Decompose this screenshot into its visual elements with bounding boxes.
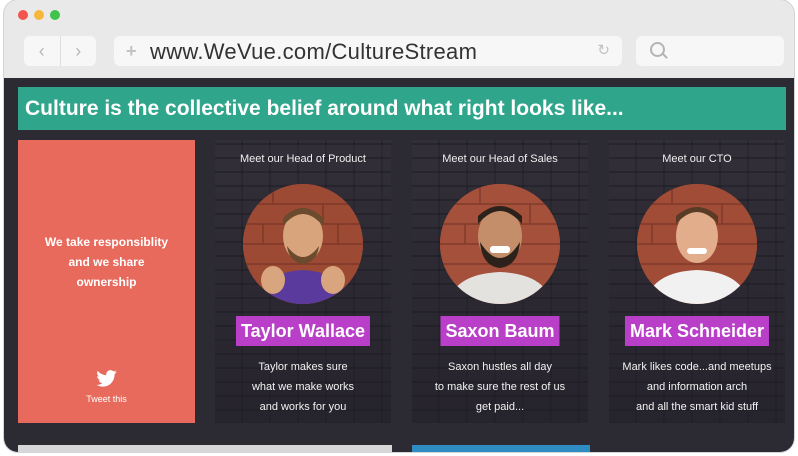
team-card-cto: Meet our CTO Mark Schneider Mark likes c…: [609, 140, 785, 423]
bio-line: and information arch: [646, 381, 748, 393]
value-card: We take responsiblity and we share owner…: [18, 140, 195, 423]
twitter-bird-icon[interactable]: [96, 370, 117, 387]
value-statement: We take responsiblity and we share owner…: [18, 232, 195, 292]
avatar: [440, 184, 560, 304]
person-bio: Taylor makes sure what we make works and…: [215, 357, 391, 417]
bio-line: get paid...: [475, 401, 525, 413]
chevron-right-icon: ›: [75, 41, 82, 61]
team-card-head-of-product: Meet our Head of Product Taylor Wallace …: [215, 140, 391, 423]
minimize-window-button[interactable]: [34, 10, 44, 20]
bio-line: and all the smart kid stuff: [635, 401, 759, 413]
search-icon: [650, 42, 665, 57]
person-name: Mark Schneider: [624, 316, 770, 346]
maximize-window-button[interactable]: [50, 10, 60, 20]
bio-line: Saxon hustles all day: [448, 361, 552, 373]
next-section-card: [18, 445, 392, 452]
avatar: [637, 184, 757, 304]
person-name: Saxon Baum: [440, 316, 560, 346]
bio-line: Mark likes code...and meetups: [622, 361, 772, 373]
avatar: [243, 184, 363, 304]
person-bio: Mark likes code...and meetups and inform…: [609, 357, 785, 417]
role-title: Meet our Head of Sales: [442, 153, 558, 165]
person-name: Taylor Wallace: [235, 316, 371, 346]
value-line: ownership: [76, 275, 137, 289]
bio-line: Taylor makes sure: [258, 361, 348, 373]
navigation-buttons: ‹ ›: [24, 36, 96, 66]
chevron-left-icon: ‹: [38, 41, 45, 61]
page-content: Culture is the collective belief around …: [4, 78, 794, 452]
bio-line: to make sure the rest of us: [434, 381, 566, 393]
team-card-head-of-sales: Meet our Head of Sales Saxon Baum Saxon …: [412, 140, 588, 423]
address-bar[interactable]: + www.WeVue.com/CultureStream ↻: [114, 36, 622, 66]
role-title: Meet our Head of Product: [240, 153, 366, 165]
plus-icon: +: [126, 41, 137, 61]
page-headline: Culture is the collective belief around …: [18, 87, 786, 130]
bio-line: and works for you: [259, 401, 347, 413]
close-window-button[interactable]: [18, 10, 28, 20]
search-input[interactable]: [636, 36, 784, 66]
next-section-card: [412, 445, 590, 452]
reload-icon[interactable]: ↻: [597, 42, 610, 60]
tweet-this-link[interactable]: Tweet this: [18, 394, 195, 404]
url-text[interactable]: www.WeVue.com/CultureStream: [150, 39, 477, 65]
value-line: We take responsiblity: [44, 235, 169, 249]
back-button[interactable]: ‹: [24, 36, 60, 66]
role-title: Meet our CTO: [662, 153, 732, 165]
browser-window: ‹ › + www.WeVue.com/CultureStream ↻ Cult…: [4, 0, 794, 452]
value-line: and we share: [68, 255, 145, 269]
forward-button[interactable]: ›: [59, 36, 97, 66]
window-controls: [18, 10, 60, 20]
person-bio: Saxon hustles all day to make sure the r…: [412, 357, 588, 417]
bio-line: what we make works: [251, 381, 355, 393]
